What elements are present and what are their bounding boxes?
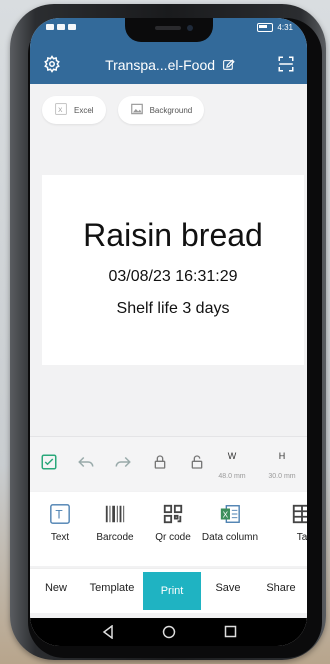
- width-value[interactable]: 48.0 mm: [212, 473, 252, 480]
- new-button[interactable]: New: [30, 569, 82, 607]
- label-shelf-life[interactable]: Shelf life 3 days: [42, 300, 304, 318]
- app-screen: 4:31 Transpa...el-Food X Excel Backgroun…: [30, 18, 307, 646]
- document-title: Transpa...el-Food: [90, 57, 250, 75]
- redo-icon[interactable]: [110, 449, 136, 475]
- front-camera-icon: [187, 25, 193, 31]
- text-icon: T: [48, 502, 72, 526]
- excel-chip[interactable]: X Excel: [42, 96, 106, 124]
- width-label: W: [227, 451, 237, 461]
- qr-code-icon: [161, 502, 185, 526]
- save-button[interactable]: Save: [201, 569, 255, 607]
- height-value[interactable]: 30.0 mm: [262, 473, 302, 480]
- scan-icon[interactable]: [274, 52, 298, 76]
- background-chip-label: Background: [149, 105, 193, 115]
- share-button[interactable]: Share: [255, 569, 307, 607]
- label-date-time[interactable]: 03/08/23 16:31:29: [42, 268, 304, 286]
- excel-chip-label: Excel: [74, 105, 94, 115]
- element-toolbar: T Text Barcode Qr code X Data column Ta: [30, 492, 307, 566]
- unlock-icon[interactable]: [184, 449, 210, 475]
- barcode-label: Barcode: [96, 532, 134, 543]
- text-label: Text: [50, 532, 70, 543]
- qr-code-label: Qr code: [155, 532, 191, 543]
- undo-icon[interactable]: [73, 449, 99, 475]
- image-icon: [130, 102, 144, 118]
- status-icons-right: 4:31: [257, 23, 293, 32]
- add-data-column-button[interactable]: X Data column: [200, 502, 260, 543]
- import-chips: X Excel Background: [42, 96, 205, 124]
- back-nav-icon[interactable]: [102, 624, 114, 644]
- height-label: H: [278, 451, 286, 461]
- speaker-grille: [155, 26, 181, 30]
- data-column-label: Data column: [201, 532, 259, 543]
- status-time: 4:31: [277, 23, 293, 32]
- svg-text:X: X: [223, 511, 229, 520]
- table-icon: [290, 502, 307, 526]
- recents-nav-icon[interactable]: [224, 625, 237, 643]
- add-table-button[interactable]: Ta: [272, 502, 307, 543]
- select-checkbox-icon[interactable]: [36, 449, 62, 475]
- background-chip[interactable]: Background: [117, 96, 205, 124]
- template-button[interactable]: Template: [82, 569, 142, 607]
- add-qr-code-button[interactable]: Qr code: [143, 502, 203, 543]
- status-icons-left: [46, 24, 76, 30]
- settings-gear-icon[interactable]: [40, 52, 64, 76]
- home-nav-icon[interactable]: [162, 625, 176, 644]
- notification-icon: [68, 24, 76, 30]
- data-column-icon: X: [218, 502, 242, 526]
- excel-icon: X: [54, 102, 68, 118]
- svg-text:T: T: [55, 508, 62, 522]
- barcode-icon: [103, 502, 127, 526]
- label-canvas[interactable]: Raisin bread 03/08/23 16:31:29 Shelf lif…: [42, 175, 304, 365]
- table-label: Ta: [296, 532, 307, 543]
- header-title-text: Transpa...el-Food: [105, 57, 216, 73]
- sim-icon: [46, 24, 54, 30]
- lock-icon[interactable]: [147, 449, 173, 475]
- camera-notch: [125, 18, 213, 42]
- signal-icon: [57, 24, 65, 30]
- edit-toolbar: W 48.0 mm H 30.0 mm: [30, 436, 307, 491]
- bottom-action-bar: New Template Print Save Share: [30, 568, 307, 613]
- edit-pencil-icon[interactable]: [222, 59, 235, 75]
- system-nav-bar: [30, 618, 307, 646]
- svg-text:X: X: [58, 107, 63, 114]
- add-barcode-button[interactable]: Barcode: [85, 502, 145, 543]
- battery-icon: [257, 23, 274, 32]
- add-text-button[interactable]: T Text: [30, 502, 90, 543]
- print-button[interactable]: Print: [143, 572, 201, 610]
- label-product-name[interactable]: Raisin bread: [42, 217, 304, 254]
